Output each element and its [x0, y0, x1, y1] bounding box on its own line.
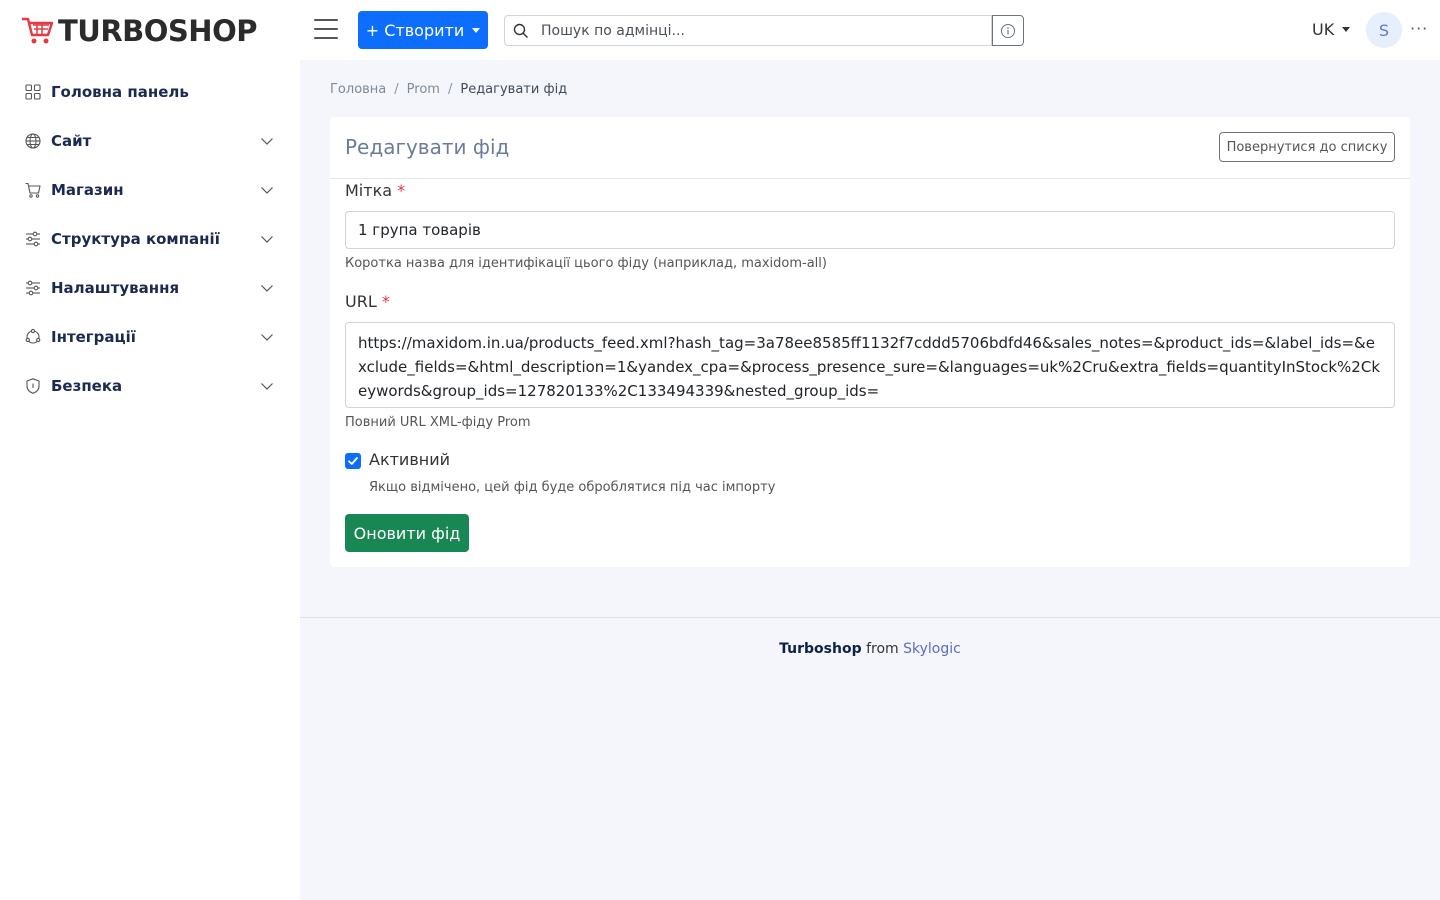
breadcrumb-current: Редагувати фід: [460, 82, 568, 97]
shopping-cart-logo-icon: [22, 17, 54, 44]
top-header: TURBOSHOP + Створити UK S ···: [0, 0, 1440, 60]
menu-toggle-icon[interactable]: [314, 19, 338, 39]
sidebar: Головна панель Сайт Магазин Структура ко…: [0, 60, 300, 900]
footer-from: from: [866, 641, 899, 657]
chevron-down-icon: [261, 285, 273, 292]
breadcrumb-separator: /: [394, 82, 399, 97]
logo-text: TURBOSHOP: [58, 14, 257, 48]
language-label: UK: [1312, 20, 1335, 39]
chevron-down-icon: [261, 236, 273, 243]
sidebar-item-settings[interactable]: Налаштування: [0, 268, 300, 308]
update-feed-button[interactable]: Оновити фід: [345, 514, 469, 552]
create-button-label: + Створити: [365, 20, 465, 40]
sidebar-item-label: Магазин: [51, 181, 124, 199]
url-help-text: Повний URL XML-фіду Prom: [345, 415, 531, 430]
caret-down-icon: [1342, 27, 1351, 32]
shield-icon: [26, 378, 40, 394]
dashboard-grid-icon: [25, 84, 41, 100]
field-label-text: Мітка: [345, 181, 393, 200]
sidebar-item-integrations[interactable]: Інтеграції: [0, 317, 300, 357]
user-avatar[interactable]: S: [1366, 12, 1402, 48]
sidebar-item-shop[interactable]: Магазин: [0, 170, 300, 210]
info-icon: [1001, 23, 1015, 38]
sidebar-item-label: Налаштування: [51, 279, 180, 297]
create-button[interactable]: + Створити: [358, 11, 488, 49]
required-marker: *: [381, 292, 390, 311]
sidebar-item-label: Сайт: [51, 132, 92, 150]
sidebar-item-label: Головна панель: [51, 83, 189, 101]
search-input[interactable]: [541, 22, 971, 39]
required-marker: *: [397, 181, 406, 200]
breadcrumb-separator: /: [447, 82, 453, 97]
sidebar-item-label: Структура компанії: [51, 230, 220, 248]
admin-search: [504, 15, 992, 46]
sliders-icon: [26, 231, 40, 247]
search-icon: [513, 23, 528, 38]
chevron-down-icon: [261, 334, 273, 341]
search-info-button[interactable]: [992, 15, 1024, 46]
label-help-text: Коротка назва для ідентифікації цього фі…: [345, 256, 827, 271]
sidebar-item-security[interactable]: Безпека: [0, 366, 300, 406]
sidebar-item-site[interactable]: Сайт: [0, 121, 300, 161]
footer: Turboshop from Skylogic: [300, 617, 1440, 900]
settings-sliders-icon: [26, 280, 40, 296]
logo[interactable]: TURBOSHOP: [20, 14, 257, 48]
breadcrumb-home[interactable]: Головна: [330, 82, 386, 97]
chevron-down-icon: [261, 187, 273, 194]
chevron-down-icon: [261, 383, 273, 390]
sidebar-item-dashboard[interactable]: Головна панель: [0, 72, 300, 112]
cart-icon: [25, 182, 41, 198]
sidebar-item-label: Інтеграції: [51, 328, 136, 346]
checkmark-icon: [348, 457, 358, 465]
card-header: Редагувати фід Повернутися до списку: [330, 117, 1410, 179]
url-field-label: URL *: [345, 292, 390, 311]
field-label-text: URL: [345, 292, 377, 311]
footer-company-link[interactable]: Skylogic: [903, 641, 961, 657]
page-title: Редагувати фід: [345, 135, 510, 159]
caret-down-icon: [472, 27, 481, 33]
chevron-down-icon: [261, 138, 273, 145]
active-help-text: Якщо відмічено, цей фід буде оброблятися…: [369, 480, 776, 495]
sidebar-item-company-structure[interactable]: Структура компанії: [0, 219, 300, 259]
breadcrumb: Головна / Prom / Редагувати фід: [330, 82, 567, 97]
sidebar-item-label: Безпека: [51, 377, 123, 395]
label-field-label: Мітка *: [345, 181, 405, 200]
language-selector[interactable]: UK: [1312, 20, 1351, 39]
edit-feed-card: Редагувати фід Повернутися до списку Міт…: [330, 117, 1410, 567]
footer-brand: Turboshop: [779, 641, 862, 657]
footer-credit: Turboshop from Skylogic: [300, 641, 1440, 657]
label-input[interactable]: 1 група товарів: [345, 211, 1395, 249]
active-checkbox[interactable]: [345, 453, 361, 469]
url-textarea[interactable]: https://maxidom.in.ua/products_feed.xml?…: [345, 322, 1395, 408]
integrations-icon: [25, 328, 41, 344]
back-to-list-button[interactable]: Повернутися до списку: [1219, 132, 1395, 162]
globe-icon: [25, 133, 41, 149]
breadcrumb-prom[interactable]: Prom: [407, 82, 440, 97]
active-checkbox-label[interactable]: Активний: [369, 450, 450, 469]
more-options-icon[interactable]: ···: [1410, 19, 1428, 38]
